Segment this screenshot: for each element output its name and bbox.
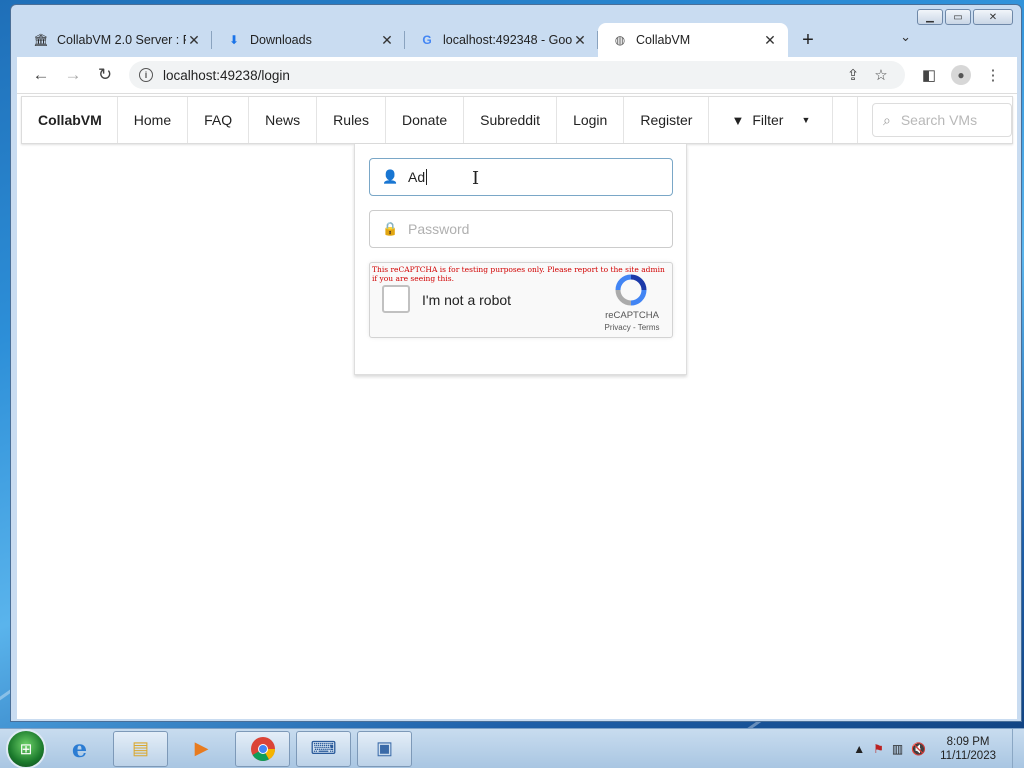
site-navbar: CollabVM Home FAQ News Rules Donate Subr… bbox=[21, 96, 1013, 144]
tab-title: CollabVM 2.0 Server : Pu bbox=[57, 33, 186, 47]
reload-button[interactable]: ↻ bbox=[89, 61, 121, 89]
avatar-icon: ● bbox=[951, 65, 971, 85]
tab-localhost-google[interactable]: G localhost:492348 - Goog ✕ bbox=[405, 23, 598, 57]
caret-down-icon: ▼ bbox=[801, 115, 811, 125]
tab-strip: 🏛 CollabVM 2.0 Server : Pu ✕ ⬇ Downloads… bbox=[19, 23, 1021, 57]
star-icon[interactable]: ☆ bbox=[867, 66, 895, 84]
taskbar: ⊞ e ▤ ▶ ⌨ ▣ ▲ ⚑ ▥ 🔇 8:09 PM 11/11/2023 bbox=[0, 728, 1024, 768]
recaptcha-logo-icon bbox=[615, 274, 647, 306]
captcha-checkbox[interactable] bbox=[382, 285, 410, 313]
filter-dropdown[interactable]: ▼ Filter ▼ bbox=[709, 97, 834, 143]
captcha-links[interactable]: Privacy - Terms bbox=[598, 323, 666, 332]
site-brand[interactable]: CollabVM bbox=[22, 97, 118, 143]
share-icon[interactable]: ⇪ bbox=[839, 66, 867, 84]
nav-faq[interactable]: FAQ bbox=[188, 97, 250, 143]
start-button[interactable]: ⊞ bbox=[6, 728, 46, 768]
side-panel-icon[interactable]: ◧ bbox=[913, 61, 945, 89]
show-desktop-button[interactable] bbox=[1012, 728, 1024, 768]
globe-icon: ◍ bbox=[614, 33, 626, 47]
search-container: ⌕ Search VMs bbox=[858, 97, 1012, 143]
info-icon[interactable]: i bbox=[139, 68, 153, 82]
tab-downloads[interactable]: ⬇ Downloads ✕ bbox=[212, 23, 405, 57]
password-placeholder: Password bbox=[408, 221, 470, 237]
system-tray: ▲ ⚑ ▥ 🔇 8:09 PM 11/11/2023 bbox=[853, 735, 1012, 763]
browser-window: ▁ ▭ ✕ 🏛 CollabVM 2.0 Server : Pu ✕ ⬇ Dow… bbox=[10, 4, 1022, 722]
nav-rules[interactable]: Rules bbox=[317, 97, 386, 143]
text-caret bbox=[426, 169, 428, 185]
search-placeholder: Search VMs bbox=[900, 112, 978, 128]
google-icon: G bbox=[422, 33, 432, 47]
nav-home[interactable]: Home bbox=[118, 97, 189, 143]
login-card: 👤 Ad 🔒 Password This reCAPTCHA is for te… bbox=[354, 144, 687, 375]
menu-icon[interactable]: ⋮ bbox=[977, 61, 1009, 89]
clock[interactable]: 8:09 PM 11/11/2023 bbox=[940, 735, 996, 763]
tab-collabvm-server[interactable]: 🏛 CollabVM 2.0 Server : Pu ✕ bbox=[19, 23, 212, 57]
clock-time: 8:09 PM bbox=[946, 735, 990, 748]
lock-icon: 🔒 bbox=[382, 221, 399, 236]
close-icon[interactable]: ✕ bbox=[379, 32, 395, 49]
close-icon[interactable]: ✕ bbox=[186, 32, 202, 49]
nav-register[interactable]: Register bbox=[624, 97, 710, 143]
tab-title: Downloads bbox=[250, 33, 312, 47]
back-button[interactable]: ← bbox=[25, 61, 57, 89]
close-icon[interactable]: ✕ bbox=[762, 32, 778, 49]
user-icon: 👤 bbox=[382, 169, 399, 184]
tab-title: localhost:492348 - Goog bbox=[443, 33, 572, 47]
file-explorer-icon[interactable]: ▤ bbox=[113, 730, 168, 767]
show-hidden-icons-icon[interactable]: ▲ bbox=[853, 742, 865, 756]
clock-date: 11/11/2023 bbox=[940, 749, 996, 762]
download-icon: ⬇ bbox=[228, 33, 240, 47]
network-icon[interactable]: ▥ bbox=[892, 742, 903, 756]
bank-icon: 🏛 bbox=[33, 33, 49, 47]
recaptcha-widget: This reCAPTCHA is for testing purposes o… bbox=[369, 262, 673, 338]
page-viewport: CollabVM Home FAQ News Rules Donate Subr… bbox=[17, 93, 1017, 719]
chevron-down-icon[interactable]: ⌄ bbox=[900, 29, 911, 45]
username-value: Ad bbox=[408, 169, 426, 185]
nav-login[interactable]: Login bbox=[557, 97, 625, 143]
window-app-icon[interactable]: ▣ bbox=[357, 730, 412, 767]
username-field[interactable]: 👤 Ad bbox=[369, 158, 673, 196]
filter-icon: ▼ bbox=[731, 112, 745, 128]
chrome-logo-icon bbox=[250, 736, 275, 761]
filter-label: Filter bbox=[752, 112, 784, 128]
close-icon[interactable]: ✕ bbox=[572, 32, 588, 49]
text-cursor-icon: I bbox=[472, 168, 480, 189]
browser-toolbar: ← → ↻ i localhost:49238/login ⇪ ☆ ◧ ● ⋮ bbox=[17, 57, 1017, 93]
captcha-label: I'm not a robot bbox=[422, 292, 512, 308]
internet-explorer-icon[interactable]: e bbox=[52, 731, 107, 767]
volume-muted-icon[interactable]: 🔇 bbox=[911, 742, 926, 756]
keyboard-icon[interactable]: ⌨ bbox=[296, 730, 351, 767]
tab-collabvm[interactable]: ◍ CollabVM ✕ bbox=[598, 23, 788, 57]
profile-button[interactable]: ● bbox=[945, 61, 977, 89]
forward-button[interactable]: → bbox=[57, 61, 89, 89]
address-bar[interactable]: i localhost:49238/login ⇪ ☆ bbox=[129, 61, 905, 89]
navbar-spacer bbox=[833, 97, 858, 143]
captcha-brand: reCAPTCHA bbox=[605, 310, 659, 321]
search-input[interactable]: ⌕ Search VMs bbox=[872, 103, 1012, 137]
nav-subreddit[interactable]: Subreddit bbox=[464, 97, 558, 143]
search-icon: ⌕ bbox=[883, 111, 891, 128]
chrome-icon[interactable] bbox=[235, 730, 290, 767]
nav-news[interactable]: News bbox=[249, 97, 318, 143]
nav-donate[interactable]: Donate bbox=[386, 97, 465, 143]
new-tab-button[interactable]: + bbox=[794, 26, 822, 54]
url-text: localhost:49238/login bbox=[163, 67, 290, 83]
tab-title: CollabVM bbox=[636, 33, 691, 47]
media-player-icon[interactable]: ▶ bbox=[174, 731, 229, 767]
action-center-icon[interactable]: ⚑ bbox=[873, 742, 884, 756]
password-field[interactable]: 🔒 Password bbox=[369, 210, 673, 248]
